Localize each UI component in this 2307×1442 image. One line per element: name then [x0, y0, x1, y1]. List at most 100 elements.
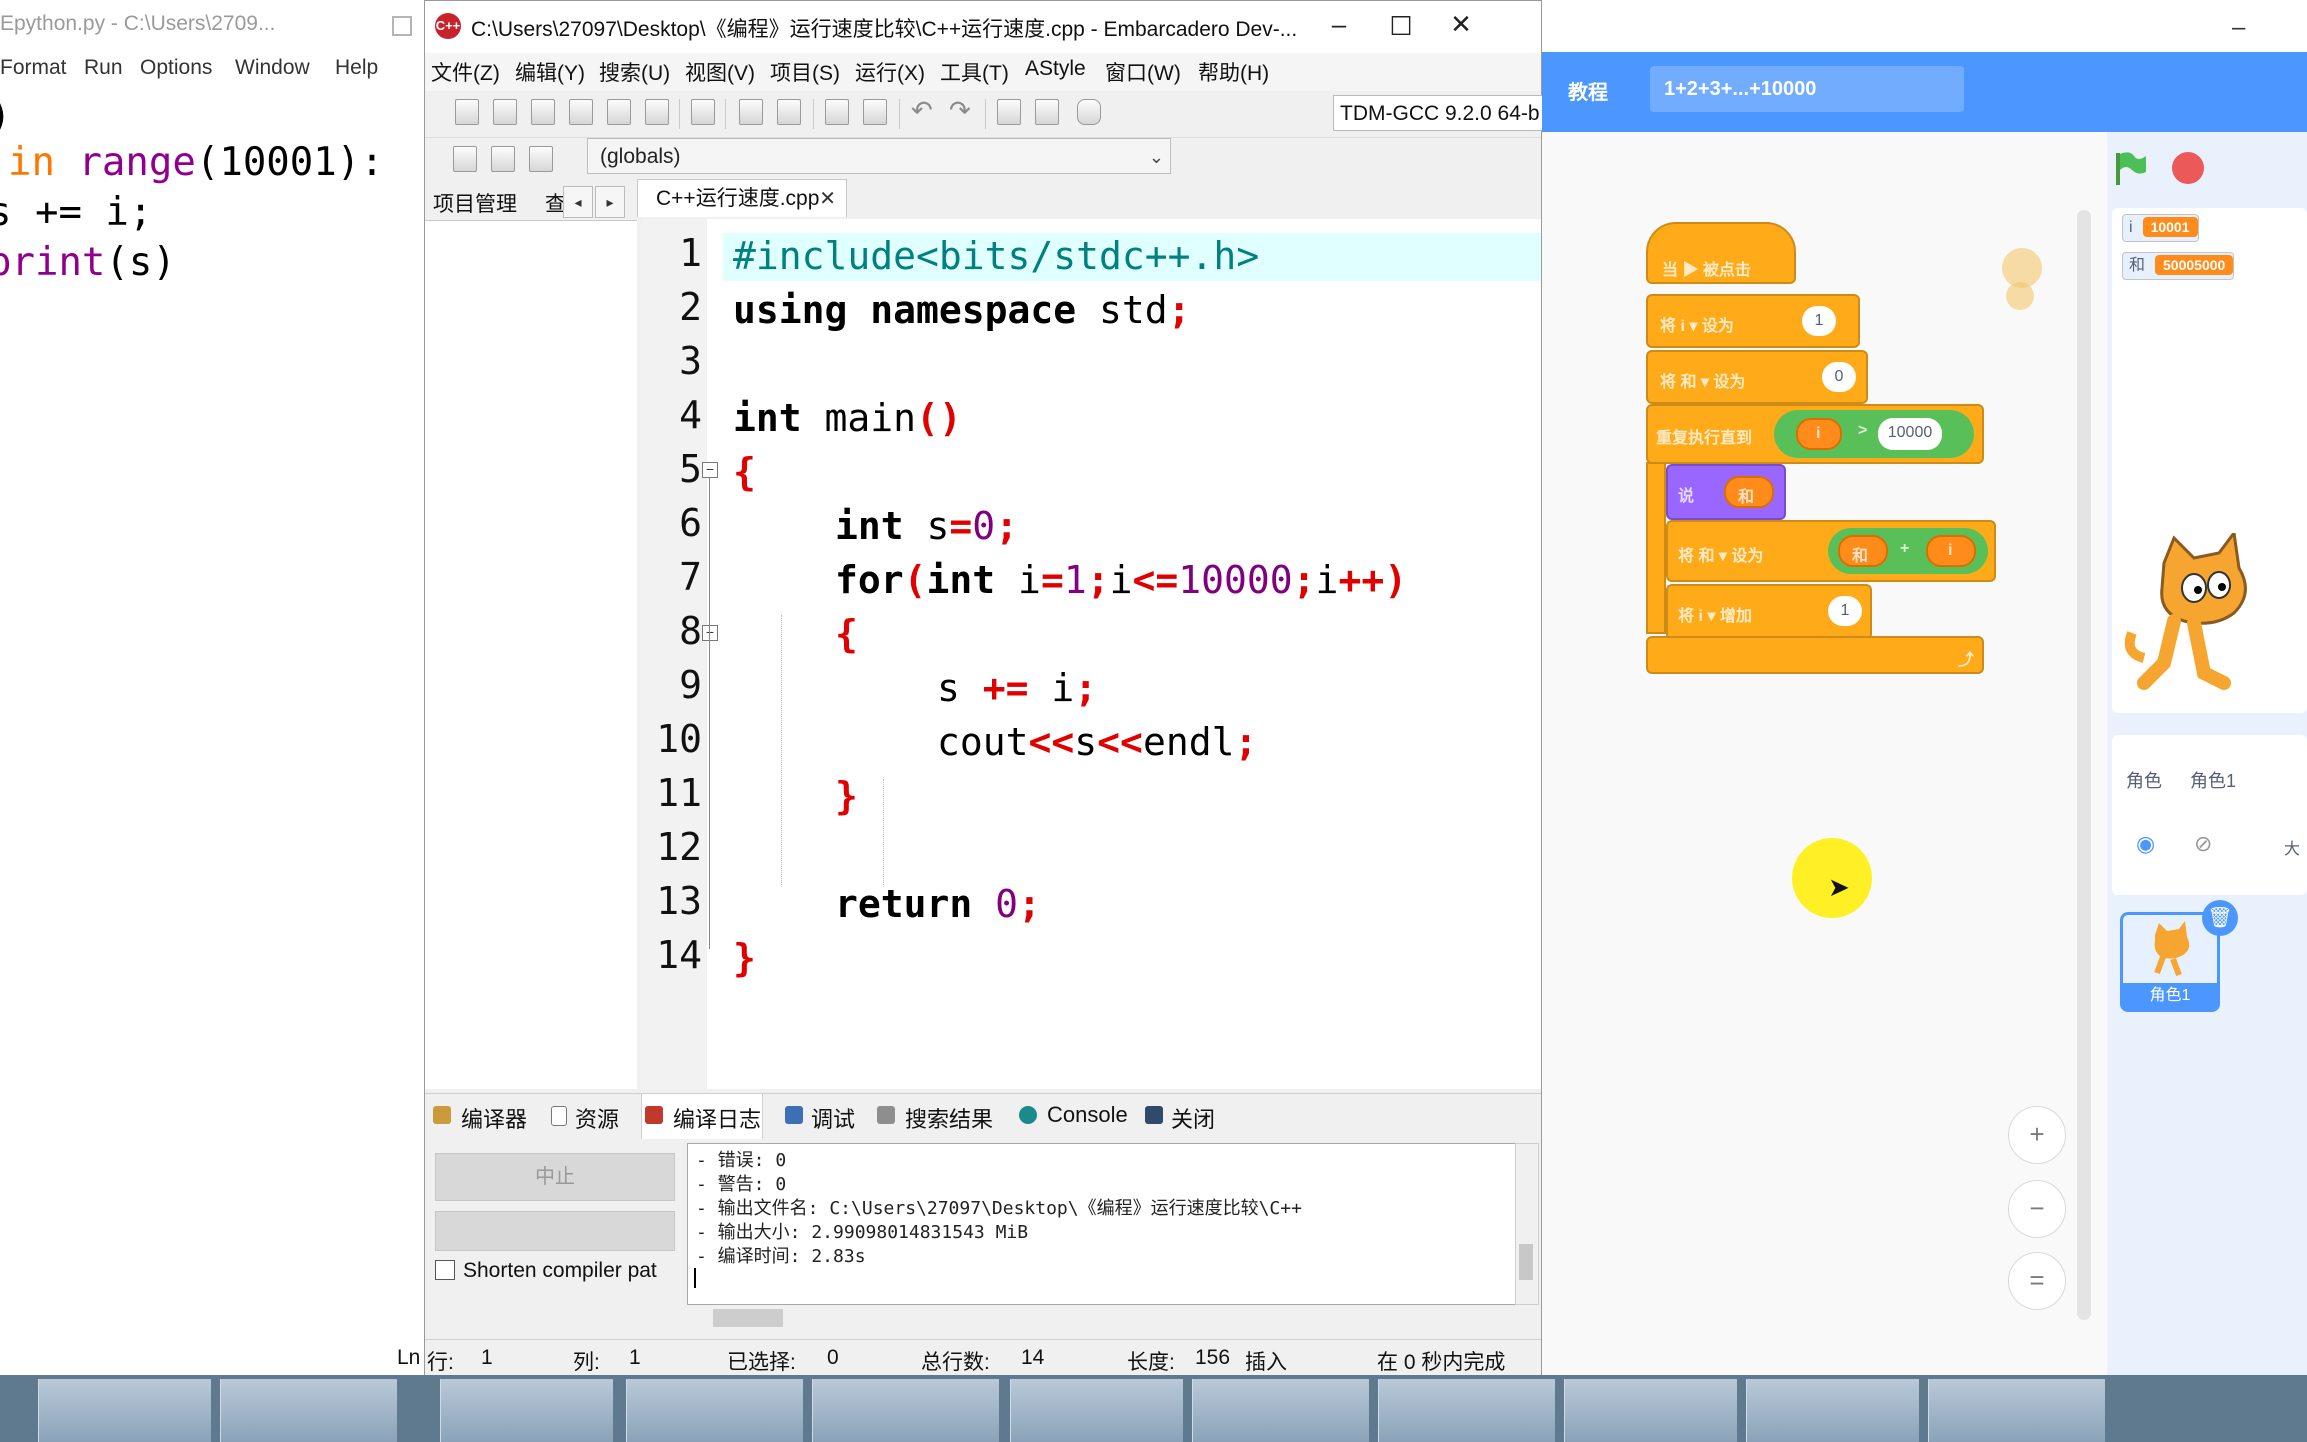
devcpp-title-bar[interactable]: C++ C:\Users\27097\Desktop\《编程》运行速度比较\C+…	[425, 1, 1541, 53]
zoom-out-icon[interactable]: −	[2008, 1180, 2066, 1238]
log-horizontal-scrollbar[interactable]	[687, 1305, 1515, 1333]
say-reporter[interactable]: 和	[1724, 476, 1774, 508]
hide-eye-icon[interactable]: ⊘	[2194, 831, 2212, 857]
fold-toggle-icon[interactable]: −	[702, 625, 718, 641]
toggle-comment-icon[interactable]	[1077, 99, 1101, 125]
close-all-icon[interactable]	[645, 99, 669, 125]
find-icon[interactable]	[739, 99, 763, 125]
fold-toggle-icon[interactable]: −	[702, 462, 718, 478]
tab-scroll-right-icon[interactable]: ▸	[595, 186, 625, 218]
trash-icon[interactable]: 🗑	[2202, 900, 2238, 936]
print-icon[interactable]	[691, 99, 715, 125]
menu-format[interactable]: Format	[0, 56, 67, 80]
checkbox-icon[interactable]	[435, 1260, 455, 1280]
globals-dropdown[interactable]: (globals) ⌄	[587, 138, 1171, 174]
tab-project-manager[interactable]: 项目管理	[433, 188, 517, 218]
maximize-icon[interactable]	[392, 16, 412, 36]
menu-astyle[interactable]: AStyle	[1025, 57, 1086, 81]
taskbar-button[interactable]	[626, 1379, 803, 1442]
taskbar-button[interactable]	[1378, 1379, 1555, 1442]
menu-tools[interactable]: 工具(T)	[940, 57, 1009, 87]
set-sum-value[interactable]: 0	[1822, 362, 1856, 392]
cond-var-reporter[interactable]: i	[1796, 418, 1842, 450]
reset-zoom-icon[interactable]: =	[2008, 1252, 2066, 1310]
stage[interactable]: i 10001 和 50005000	[2112, 208, 2307, 713]
menu-file[interactable]: 文件(Z)	[431, 57, 500, 87]
indent-icon[interactable]	[997, 99, 1021, 125]
taskbar-button[interactable]	[440, 1379, 613, 1442]
set-sum-block[interactable]: 将 和 ▾ 设为 0	[1646, 350, 1868, 404]
taskbar-button[interactable]	[1746, 1379, 1919, 1442]
tab-resources[interactable]: 资源	[575, 1102, 619, 1134]
show-eye-icon[interactable]: ◉	[2136, 831, 2155, 857]
menu-help[interactable]: Help	[335, 56, 378, 80]
cat-sprite-icon[interactable]	[2124, 533, 2264, 693]
menu-search[interactable]: 搜索(U)	[599, 57, 670, 87]
code-editor[interactable]: #include<bits/stdc++.h> using namespace …	[723, 219, 1541, 1089]
shorten-paths-checkbox[interactable]: Shorten compiler pat	[435, 1259, 657, 1283]
tab-scroll-left-icon[interactable]: ◂	[563, 186, 593, 218]
menu-help[interactable]: 帮助(H)	[1198, 57, 1269, 87]
menu-window[interactable]: 窗口(W)	[1105, 57, 1181, 87]
tutorials-button[interactable]: 教程	[1568, 76, 1608, 105]
add-operator[interactable]: 和 + i	[1828, 528, 1988, 574]
menu-edit[interactable]: 编辑(Y)	[515, 57, 585, 87]
taskbar-button[interactable]	[812, 1379, 999, 1442]
green-flag-icon[interactable]	[2112, 150, 2148, 186]
abort-button[interactable]: 中止	[435, 1153, 675, 1201]
set-sum-add-block[interactable]: 将 和 ▾ 设为 和 + i	[1666, 520, 1996, 582]
say-block[interactable]: 说 和	[1666, 464, 1786, 520]
close-tab-icon[interactable]: ✕	[819, 180, 836, 218]
compiler-select[interactable]: TDM-GCC 9.2.0 64-b	[1333, 95, 1543, 131]
menu-window[interactable]: Window	[235, 56, 310, 80]
taskbar-button[interactable]	[1564, 1379, 1737, 1442]
menu-view[interactable]: 视图(V)	[685, 57, 755, 87]
close-icon[interactable]: ✕	[1441, 9, 1481, 40]
add-b-reporter[interactable]: i	[1926, 535, 1976, 567]
undo-icon[interactable]: ↶	[911, 95, 933, 126]
taskbar-button[interactable]	[1928, 1379, 2105, 1442]
taskbar-button[interactable]	[38, 1379, 211, 1442]
bookmark-icon[interactable]	[863, 99, 887, 125]
log-vertical-scrollbar[interactable]	[1515, 1143, 1539, 1305]
compile-log-output[interactable]: - 错误: 0 - 警告: 0 - 输出文件名: C:\Users\27097\…	[687, 1143, 1517, 1305]
tab-debug[interactable]: 调试	[811, 1102, 855, 1134]
code-area-scrollbar[interactable]	[2077, 210, 2091, 1320]
stop-icon[interactable]	[2172, 152, 2204, 184]
redo-icon[interactable]: ↷	[949, 95, 971, 126]
toggle-bookmark-icon[interactable]	[529, 146, 553, 172]
tab-search-results[interactable]: 搜索结果	[905, 1102, 993, 1134]
tab-compiler[interactable]: 编译器	[461, 1102, 527, 1134]
add-a-reporter[interactable]: 和	[1838, 535, 1888, 567]
taskbar-button[interactable]	[220, 1379, 397, 1442]
python-title-bar[interactable]: Epython.py - C:\Users\2709...	[0, 0, 425, 52]
cond-value[interactable]: 10000	[1878, 418, 1942, 450]
tab-cpp-file[interactable]: C++运行速度.cpp ✕	[637, 179, 847, 217]
repeat-until-block[interactable]: 重复执行直到 i > 10000	[1646, 404, 1984, 464]
sprite-name-input[interactable]: 角色1	[2190, 767, 2236, 793]
project-title-input[interactable]: 1+2+3+...+10000	[1650, 66, 1964, 112]
scratch-title-bar[interactable]: –	[1542, 0, 2307, 52]
replace-icon[interactable]	[777, 99, 801, 125]
project-panel[interactable]	[425, 184, 637, 1089]
menu-project[interactable]: 项目(S)	[770, 57, 840, 87]
tab-console[interactable]: Console	[1047, 1102, 1128, 1128]
taskbar-button[interactable]	[1192, 1379, 1369, 1442]
goto-icon[interactable]	[825, 99, 849, 125]
open-file-icon[interactable]	[493, 99, 517, 125]
minimize-icon[interactable]: –	[2232, 14, 2245, 42]
zoom-in-icon[interactable]: +	[2008, 1106, 2066, 1164]
close-file-icon[interactable]	[607, 99, 631, 125]
save-all-icon[interactable]	[569, 99, 593, 125]
insert-icon[interactable]	[491, 146, 515, 172]
when-flag-clicked-block[interactable]: 当 ▶ 被点击	[1646, 222, 1796, 284]
greater-than-operator[interactable]: i > 10000	[1774, 410, 1974, 458]
menu-options[interactable]: Options	[140, 56, 212, 80]
new-file-icon[interactable]	[455, 99, 479, 125]
save-icon[interactable]	[531, 99, 555, 125]
set-i-value[interactable]: 1	[1802, 306, 1836, 336]
tab-compile-log[interactable]: 编译日志	[673, 1102, 761, 1134]
change-value[interactable]: 1	[1828, 596, 1862, 626]
unindent-icon[interactable]	[1035, 99, 1059, 125]
set-i-block[interactable]: 将 i ▾ 设为 1	[1646, 294, 1860, 348]
